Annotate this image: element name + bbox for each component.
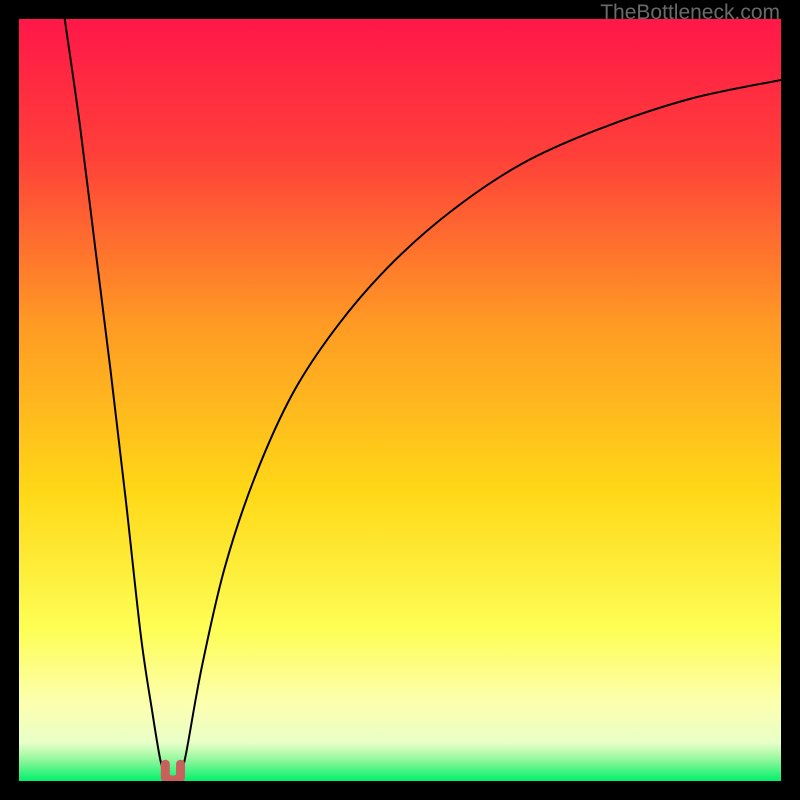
chart-frame: TheBottleneck.com xyxy=(0,0,800,800)
watermark-text: TheBottleneck.com xyxy=(600,1,780,25)
gradient-background xyxy=(19,19,781,781)
bottleneck-chart xyxy=(19,19,781,781)
